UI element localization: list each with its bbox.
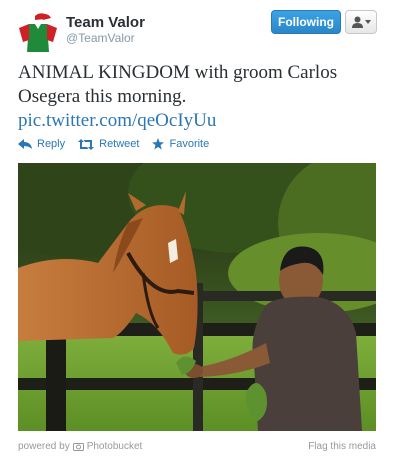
reply-label: Reply (37, 138, 66, 150)
favorite-label: Favorite (169, 138, 210, 150)
provider-name[interactable]: Photobucket (87, 441, 143, 452)
chevron-down-icon (364, 20, 371, 24)
jockey-silks-icon (19, 13, 57, 52)
horse-and-groom-photo (18, 163, 376, 431)
retweet-action[interactable]: Retweet (78, 138, 139, 150)
tweet-photo[interactable] (18, 163, 376, 431)
user-icon (351, 16, 363, 28)
author-block[interactable]: Team Valor @TeamValor (66, 14, 145, 46)
tweet-body: ANIMAL KINGDOM with groom Carlos Osegera… (18, 62, 338, 107)
photo-icon (72, 443, 84, 451)
star-icon (152, 138, 165, 150)
author-handle[interactable]: @TeamValor (66, 31, 145, 46)
powered-by-label: powered by (18, 441, 70, 452)
user-menu-button[interactable] (345, 10, 377, 34)
tweet-text: ANIMAL KINGDOM with groom Carlos Osegera… (18, 61, 380, 133)
following-button[interactable]: Following (271, 10, 341, 34)
favorite-action[interactable]: Favorite (152, 138, 209, 150)
tweet-media-link[interactable]: pic.twitter.com/qeOcIyUu (18, 109, 380, 133)
reply-action[interactable]: Reply (18, 138, 65, 150)
flag-media-link[interactable]: Flag this media (308, 441, 376, 452)
avatar[interactable] (17, 12, 59, 54)
retweet-icon (78, 138, 95, 150)
embedded-tweet-card: Team Valor @TeamValor Following ANIMAL K… (0, 0, 395, 458)
reply-icon (18, 139, 32, 149)
tweet-actions: Reply Retweet Favorite (18, 138, 222, 150)
author-name[interactable]: Team Valor (66, 14, 145, 31)
powered-by[interactable]: powered by Photobucket (18, 441, 142, 452)
retweet-label: Retweet (99, 138, 140, 150)
